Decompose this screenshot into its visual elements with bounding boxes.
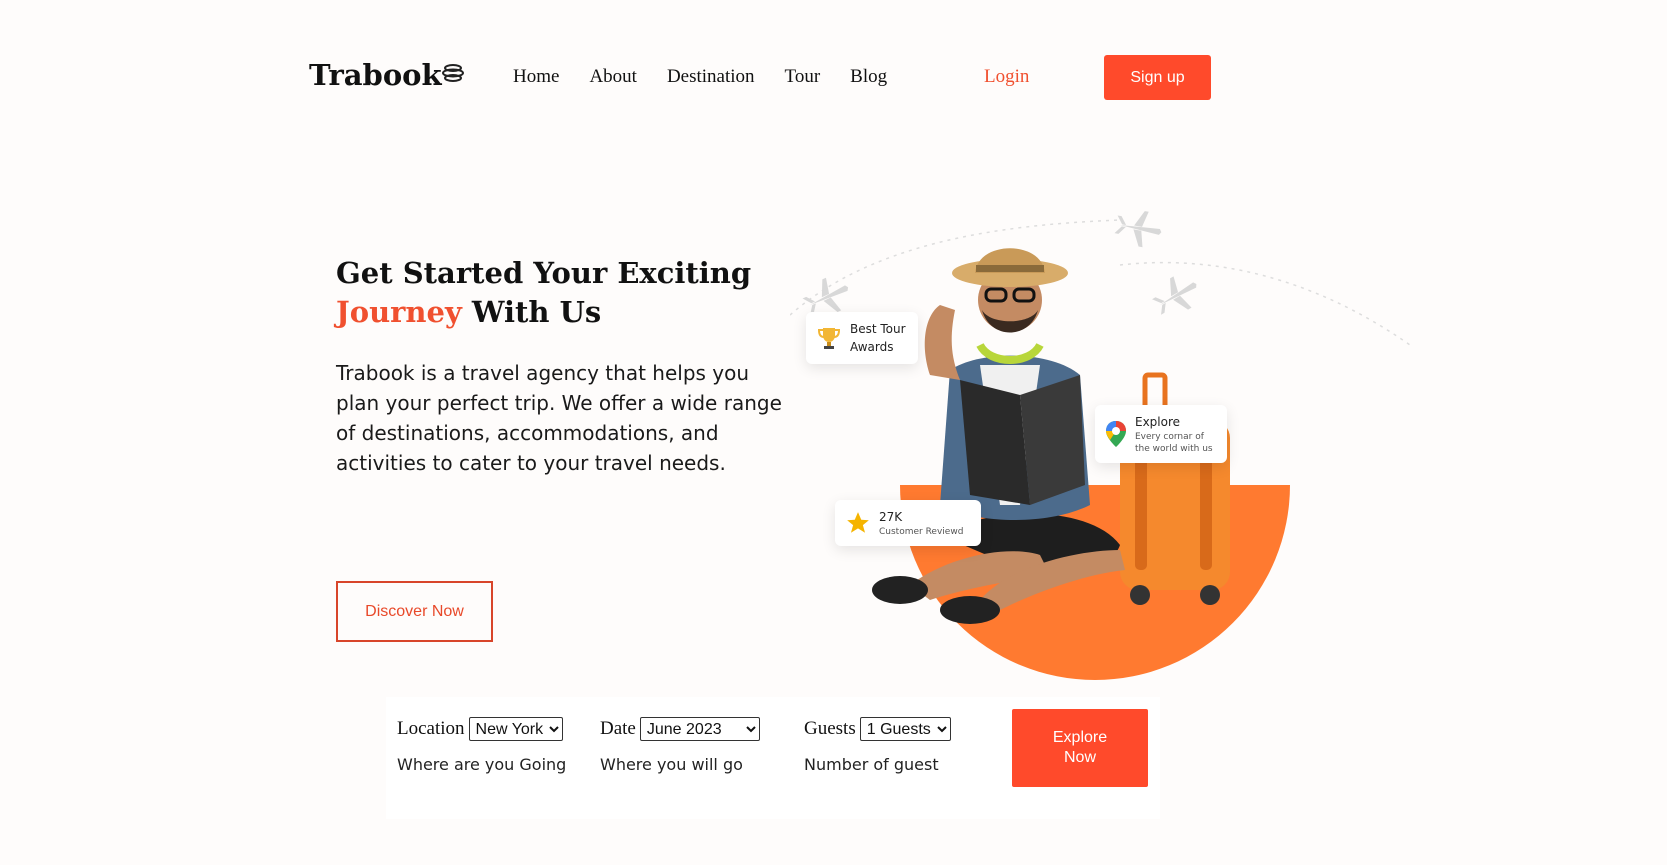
logo[interactable]: Trabook bbox=[309, 58, 466, 92]
explore-title: Explore bbox=[1135, 415, 1181, 429]
hero-illustration: Best Tour Awards Explore Every cornar of… bbox=[790, 205, 1430, 695]
location-field: Location New York Where are you Going bbox=[397, 717, 566, 774]
map-pin-icon bbox=[1106, 421, 1126, 447]
nav-item-destination[interactable]: Destination bbox=[667, 66, 755, 88]
location-subtext: Where are you Going bbox=[397, 755, 567, 774]
hero-description: Trabook is a travel agency that helps yo… bbox=[336, 361, 782, 475]
reviews-badge: 27K Customer Reviewd bbox=[835, 500, 981, 546]
reviews-count: 27K bbox=[879, 510, 903, 524]
explore-now-button[interactable]: Explore Now bbox=[1012, 709, 1148, 787]
date-select[interactable]: June 2023 bbox=[639, 717, 760, 741]
date-subtext: Where you will go bbox=[600, 755, 743, 774]
date-field: Date June 2023 Where you will go bbox=[600, 717, 760, 774]
guests-select[interactable]: 1 Guests bbox=[859, 717, 951, 741]
hero-title-rest: With Us bbox=[461, 295, 602, 329]
nav-item-home[interactable]: Home bbox=[513, 66, 559, 88]
star-icon bbox=[847, 512, 869, 533]
login-link[interactable]: Login bbox=[984, 66, 1029, 88]
hero-title-accent: Journey bbox=[336, 295, 462, 329]
nav-item-about[interactable]: About bbox=[589, 66, 637, 88]
guests-field: Guests 1 Guests Number of guest bbox=[804, 717, 951, 774]
reviews-label: Customer Reviewd bbox=[879, 527, 964, 537]
nav-item-tour[interactable]: Tour bbox=[785, 66, 821, 88]
awards-line1: Best Tour bbox=[850, 322, 906, 336]
awards-line2: Awards bbox=[850, 340, 894, 354]
main-nav: Home About Destination Tour Blog bbox=[513, 66, 887, 88]
logo-text: Trabook bbox=[309, 58, 442, 92]
logo-icon bbox=[441, 64, 464, 82]
location-select[interactable]: New York bbox=[468, 717, 563, 741]
guests-subtext: Number of guest bbox=[804, 755, 939, 774]
trophy-icon bbox=[817, 328, 841, 349]
nav-item-blog[interactable]: Blog bbox=[850, 66, 887, 88]
guests-label: Guests bbox=[804, 718, 856, 739]
airplane-icon bbox=[1152, 276, 1197, 315]
awards-badge: Best Tour Awards bbox=[806, 312, 918, 364]
discover-now-button[interactable]: Discover Now bbox=[336, 581, 493, 642]
search-panel: Location New York Where are you Going Da… bbox=[386, 697, 1160, 819]
hero-title-line1: Get Started Your Exciting bbox=[336, 256, 752, 290]
explore-badge: Explore Every cornar of the world with u… bbox=[1095, 405, 1227, 463]
explore-line2: the world with us bbox=[1135, 444, 1213, 454]
signup-button[interactable]: Sign up bbox=[1104, 55, 1211, 100]
hero-title: Get Started Your Exciting Journey With U… bbox=[336, 254, 751, 332]
location-label: Location bbox=[397, 718, 465, 739]
explore-line1: Every cornar of bbox=[1135, 432, 1204, 442]
date-label: Date bbox=[600, 718, 636, 739]
airplane-icon bbox=[1114, 211, 1162, 248]
